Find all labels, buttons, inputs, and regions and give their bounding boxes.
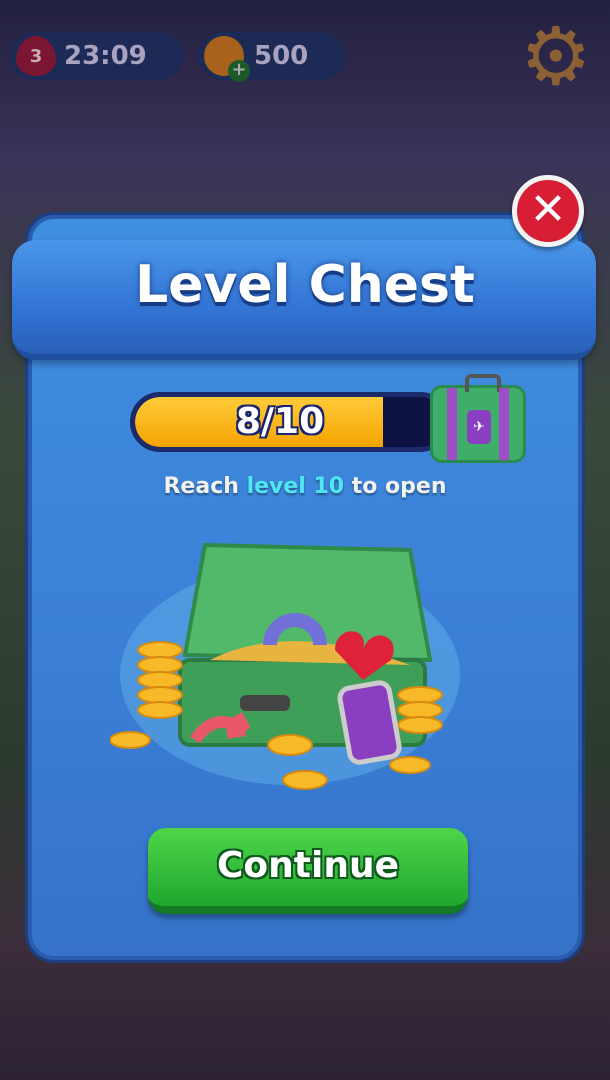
dialog-title: Level Chest [135, 255, 475, 315]
progress-label: 8/10 [235, 401, 325, 442]
heart-icon: 3 [16, 36, 56, 76]
continue-button[interactable]: Continue [148, 828, 468, 914]
hint-prefix: Reach [163, 474, 247, 499]
close-button[interactable]: ✕ [512, 175, 584, 247]
add-coins-icon[interactable]: + [228, 60, 250, 82]
life-timer: 23:09 [64, 41, 147, 71]
gear-icon[interactable]: ⚙ [520, 17, 592, 97]
lives-count: 3 [29, 45, 43, 67]
unlock-hint: Reach level 10 to open [0, 474, 610, 499]
close-icon: ✕ [529, 184, 567, 235]
coin-count: 500 [254, 41, 309, 71]
plane-tag-icon: ✈ [467, 410, 491, 444]
coin-icon: + [204, 36, 250, 82]
suitcase-icon: ✈ [430, 374, 526, 463]
lives-counter[interactable]: 3 23:09 [10, 32, 184, 80]
hint-level: level 10 [246, 474, 345, 499]
coins-counter[interactable]: + 500 [198, 32, 346, 82]
hint-suffix: to open [344, 474, 447, 499]
chest-illustration [110, 542, 460, 790]
